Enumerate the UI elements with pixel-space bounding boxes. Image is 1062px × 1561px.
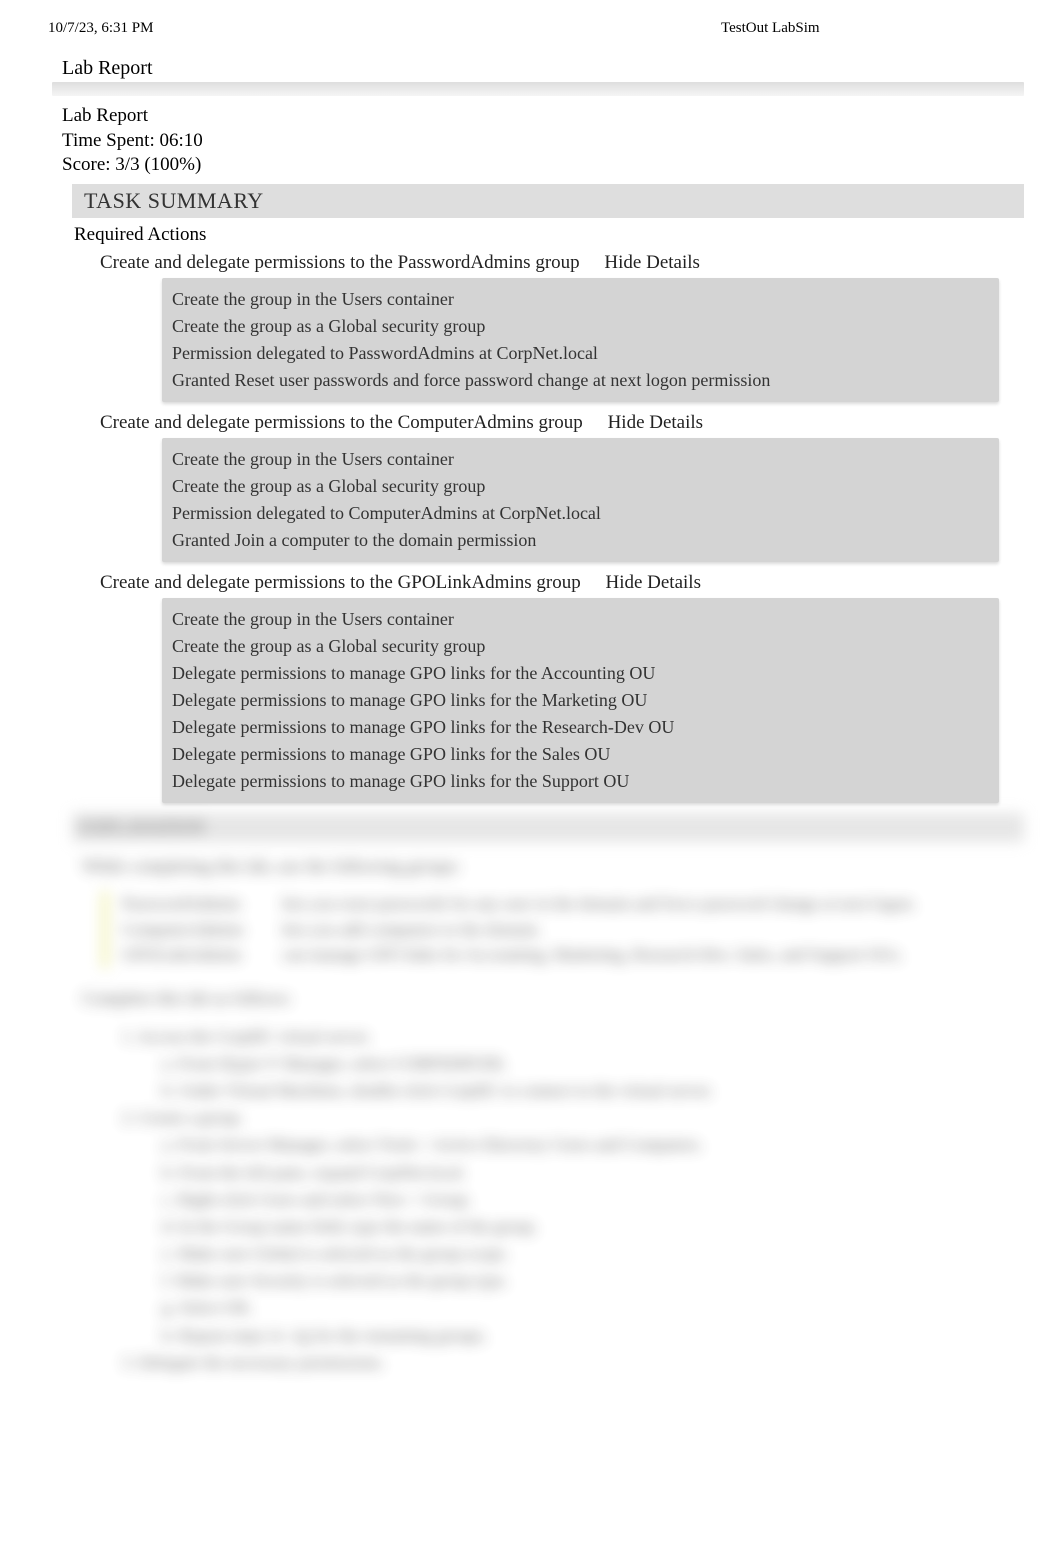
task-title: Create and delegate permissions to the P… (100, 252, 580, 273)
task-summary-title: TASK SUMMARY (84, 188, 264, 213)
group-desc: can manage GPO links for Accounting, Mar… (282, 942, 903, 968)
page-title: Lab Report (62, 57, 1014, 80)
table-row: ComputerAdmins lets you add computers to… (122, 917, 1014, 943)
task-row: Create and delegate permissions to the G… (100, 572, 1014, 594)
time-spent-label: Time Spent: (62, 130, 160, 151)
list-item: e. Make sure Global is selected as the g… (162, 1240, 1014, 1267)
task-detail: Delegate permissions to manage GPO links… (172, 687, 989, 714)
explanation-intro: While completing this lab, use the follo… (82, 856, 1014, 877)
task-detail: Delegate permissions to manage GPO links… (172, 660, 989, 687)
print-app-title: TestOut LabSim (341, 20, 1014, 37)
task-detail: Create the group as a Global security gr… (172, 473, 989, 500)
report-meta: Lab Report Time Spent: 06:10 Score: 3/3 … (62, 104, 1014, 178)
group-desc: lets you add computers to the domain. (282, 917, 541, 943)
task-detail: Create the group as a Global security gr… (172, 633, 989, 660)
list-item: a. From Hyper-V Manager, select CORPSERV… (162, 1050, 1014, 1077)
list-item: 1. Access the CorpDC virtual server. (122, 1023, 1014, 1050)
explanation-heading: EXPLANATION (72, 813, 1024, 842)
task-detail: Permission delegated to ComputerAdmins a… (172, 500, 989, 527)
score-value: 3/3 (100%) (115, 154, 201, 175)
task-details-box: Create the group in the Users container … (162, 278, 999, 402)
hide-details-link[interactable]: Hide Details (608, 412, 704, 433)
list-item: a. From Server Manager, select Tools > A… (162, 1131, 1014, 1158)
list-item: d. In the Group name field, type the nam… (162, 1213, 1014, 1240)
task-detail: Permission delegated to PasswordAdmins a… (172, 340, 989, 367)
list-item: b. Under Virtual Machines, double-click … (162, 1077, 1014, 1104)
complete-intro: Complete this lab as follows: (82, 988, 1014, 1009)
hide-details-link[interactable]: Hide Details (605, 572, 701, 593)
list-item: b. From the left pane, expand CorpNet.lo… (162, 1159, 1014, 1186)
task-detail: Create the group in the Users container (172, 606, 989, 633)
task-detail: Create the group in the Users container (172, 446, 989, 473)
task-detail: Create the group in the Users container (172, 286, 989, 313)
task-detail: Granted Join a computer to the domain pe… (172, 527, 989, 554)
task-details-box: Create the group in the Users container … (162, 438, 999, 562)
time-spent-value: 06:10 (160, 130, 203, 151)
group-name: PasswordAdmins (122, 891, 282, 917)
group-desc: lets you reset passwords for any user in… (282, 891, 916, 917)
task-detail: Granted Reset user passwords and force p… (172, 367, 989, 394)
task-row: Create and delegate permissions to the C… (100, 412, 1014, 434)
score-row: Score: 3/3 (100%) (62, 153, 1014, 178)
task-detail: Delegate permissions to manage GPO links… (172, 768, 989, 795)
hide-details-link[interactable]: Hide Details (604, 252, 700, 273)
task-title: Create and delegate permissions to the G… (100, 572, 581, 593)
time-spent-row: Time Spent: 06:10 (62, 129, 1014, 154)
explanation-table: PasswordAdmins lets you reset passwords … (102, 891, 1014, 968)
steps-list: 1. Access the CorpDC virtual server. a. … (122, 1023, 1014, 1376)
task-detail: Create the group as a Global security gr… (172, 313, 989, 340)
task-details-box: Create the group in the Users container … (162, 598, 999, 803)
list-item: 2. Create a group. (122, 1104, 1014, 1131)
task-title: Create and delegate permissions to the C… (100, 412, 583, 433)
required-actions-heading: Required Actions (74, 224, 1014, 246)
list-item: g. Select OK. (162, 1294, 1014, 1321)
group-name: GPOLinkAdmins (122, 942, 282, 968)
task-detail: Delegate permissions to manage GPO links… (172, 741, 989, 768)
list-item: 3. Delegate the necessary permissions. (122, 1349, 1014, 1376)
print-timestamp: 10/7/23, 6:31 PM (48, 20, 341, 37)
score-label: Score: (62, 154, 115, 175)
lab-report-heading: Lab Report (62, 104, 1014, 129)
task-summary-bar: TASK SUMMARY (72, 184, 1024, 218)
report-content: Lab Report Lab Report Time Spent: 06:10 … (0, 37, 1062, 1396)
task-row: Create and delegate permissions to the P… (100, 252, 1014, 274)
table-row: PasswordAdmins lets you reset passwords … (122, 891, 1014, 917)
title-divider (52, 82, 1024, 96)
group-name: ComputerAdmins (122, 917, 282, 943)
list-item: h. Repeat steps 2c–2g for the remaining … (162, 1322, 1014, 1349)
task-detail: Delegate permissions to manage GPO links… (172, 714, 989, 741)
blurred-explanation: EXPLANATION While completing this lab, u… (62, 813, 1014, 1376)
table-row: GPOLinkAdmins can manage GPO links for A… (122, 942, 1014, 968)
list-item: c. Right-click Users and select New > Gr… (162, 1186, 1014, 1213)
page-print-header: 10/7/23, 6:31 PM TestOut LabSim (0, 0, 1062, 37)
list-item: f. Make sure Security is selected as the… (162, 1267, 1014, 1294)
